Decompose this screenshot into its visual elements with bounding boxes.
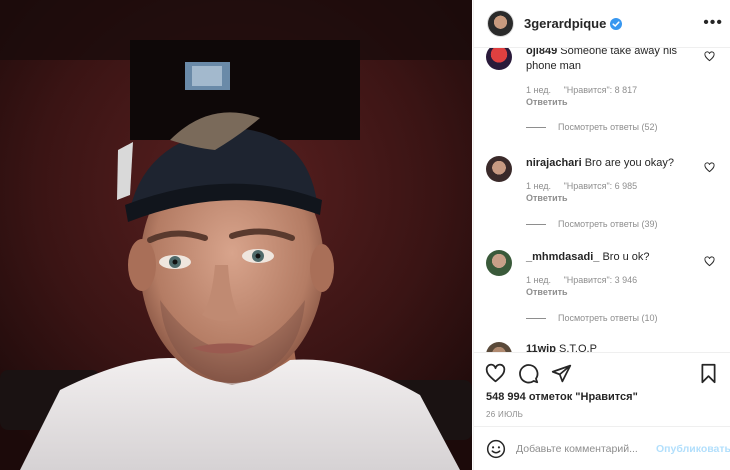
reply-button[interactable]: Ответить: [526, 97, 568, 107]
commenter-avatar[interactable]: [486, 250, 512, 276]
comment-username[interactable]: 11wip: [526, 343, 556, 352]
view-replies-button[interactable]: Посмотреть ответы (39): [526, 219, 658, 229]
replies-divider: [526, 317, 546, 319]
commenter-avatar[interactable]: [486, 156, 512, 182]
commenter-avatar[interactable]: [486, 48, 512, 70]
heart-icon[interactable]: [485, 363, 506, 384]
post-header: 3gerardpique •••: [474, 0, 730, 48]
comment-like-heart-icon[interactable]: [704, 256, 715, 267]
comment-time: 1 нед.: [526, 181, 552, 191]
view-replies-label: Посмотреть ответы (10): [558, 313, 658, 323]
comment-username[interactable]: ojl849: [526, 48, 557, 57]
comment-meta: 1 нед. "Нравится": 3 946: [526, 275, 647, 285]
comment-like-heart-icon[interactable]: [704, 162, 715, 173]
share-icon[interactable]: [551, 363, 572, 384]
selfie-image: [0, 0, 472, 470]
comment-like-count[interactable]: "Нравится": 3 946: [564, 275, 638, 285]
publish-button[interactable]: Опубликовать: [656, 443, 730, 455]
comment-text: Bro u ok?: [602, 251, 650, 263]
replies-divider: [526, 126, 546, 128]
save-button[interactable]: [698, 363, 719, 384]
comment-username[interactable]: _mhmdasadi_: [526, 251, 599, 263]
comment-time: 1 нед.: [526, 85, 552, 95]
post-sidebar: 3gerardpique ••• ojl849 Someone take awa…: [473, 0, 730, 470]
comment-like-heart-icon[interactable]: [704, 51, 715, 62]
comment-like-count[interactable]: "Нравится": 6 985: [564, 181, 638, 191]
author-username[interactable]: 3gerardpique: [524, 16, 606, 31]
reply-button[interactable]: Ответить: [526, 193, 568, 203]
comment-username[interactable]: nirajachari: [526, 157, 582, 169]
comment-time: 1 нед.: [526, 275, 552, 285]
reply-button[interactable]: Ответить: [526, 287, 568, 297]
view-replies-label: Посмотреть ответы (52): [558, 122, 658, 132]
add-comment-bar: Опубликовать: [474, 426, 730, 470]
comment-meta: 1 нед. "Нравится": 8 817: [526, 85, 647, 95]
action-icons: [485, 363, 572, 385]
post-actions: 548 994 отметок "Нравится" 26 ИЮЛЬ: [474, 352, 730, 426]
view-replies-button[interactable]: Посмотреть ответы (10): [526, 313, 658, 323]
comment-text: S.T.O.P: [559, 343, 597, 352]
verified-badge-icon: [610, 17, 623, 30]
more-options-button[interactable]: •••: [703, 15, 723, 31]
comments-list: ojl849 Someone take away his phone man 1…: [474, 48, 730, 352]
replies-divider: [526, 223, 546, 225]
view-replies-button[interactable]: Посмотреть ответы (52): [526, 122, 658, 132]
commenter-avatar[interactable]: [486, 342, 512, 352]
post-photo: [0, 0, 472, 470]
comment-icon[interactable]: [518, 363, 539, 384]
comment-text: Bro are you okay?: [584, 157, 674, 169]
emoji-icon[interactable]: [486, 439, 506, 459]
author-avatar[interactable]: [487, 10, 514, 37]
comment-meta: 1 нед. "Нравится": 6 985: [526, 181, 647, 191]
comment-input[interactable]: [516, 442, 654, 455]
view-replies-label: Посмотреть ответы (39): [558, 219, 658, 229]
likes-count[interactable]: 548 994 отметок "Нравится": [486, 391, 638, 403]
comment-like-count[interactable]: "Нравится": 8 817: [564, 85, 638, 95]
post-date: 26 ИЮЛЬ: [486, 410, 524, 419]
bookmark-icon[interactable]: [698, 363, 719, 384]
